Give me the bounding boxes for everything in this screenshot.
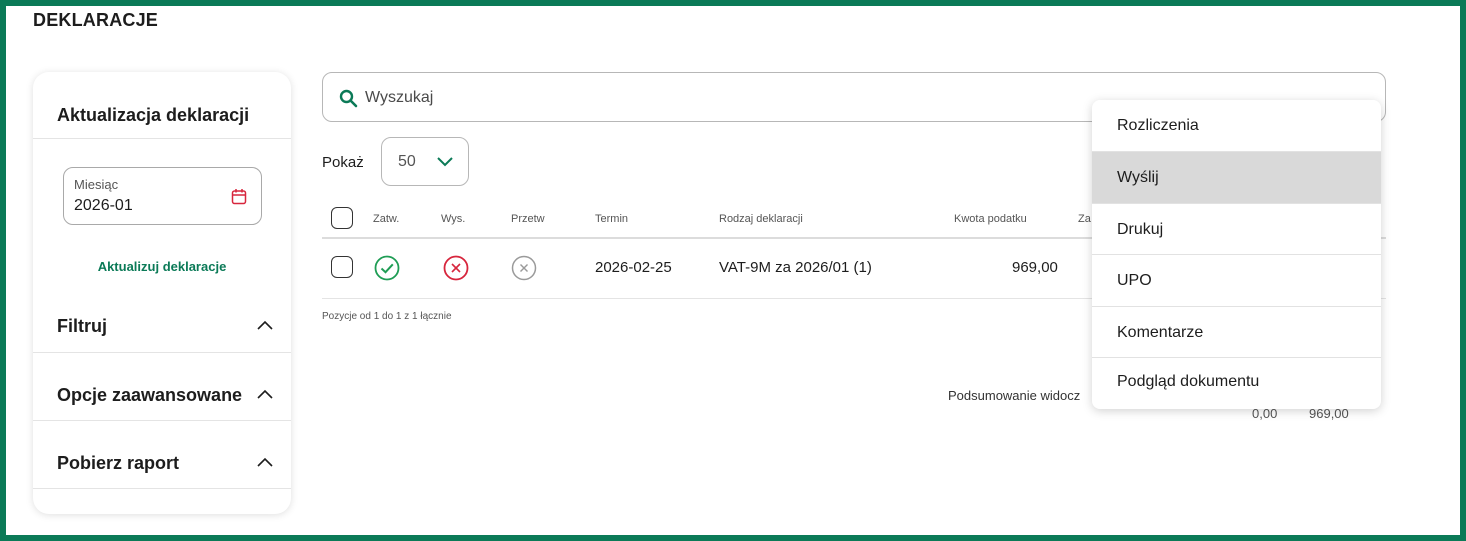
- chevron-up-icon: [257, 389, 273, 399]
- column-header-sent[interactable]: Wys.: [441, 213, 465, 225]
- sidebar-heading: Aktualizacja deklaracji: [57, 105, 250, 125]
- row-checkbox[interactable]: [331, 256, 353, 278]
- menu-item-label: Rozliczenia: [1117, 117, 1199, 134]
- column-header-deadline[interactable]: Termin: [595, 213, 628, 225]
- menu-item-label: Drukuj: [1117, 221, 1164, 238]
- divider: [33, 420, 291, 421]
- declaration-type-cell: VAT-9M za 2026/01 (1): [719, 259, 872, 276]
- page-size-value: 50: [398, 153, 416, 170]
- chevron-down-icon: [437, 157, 453, 167]
- sidebar-section-filter[interactable]: Filtruj: [33, 304, 291, 348]
- menu-item-label: Wyślij: [1117, 169, 1159, 186]
- month-value: 2026-01: [74, 197, 133, 214]
- menu-item-label: Podgląd dokumentu: [1117, 373, 1260, 390]
- column-header-truncated[interactable]: Za: [1078, 213, 1091, 225]
- sidebar-section-advanced[interactable]: Opcje zaawansowane: [33, 373, 291, 417]
- divider: [33, 352, 291, 353]
- calendar-icon[interactable]: [231, 188, 247, 205]
- column-header-tax-amount[interactable]: Kwota podatku: [954, 213, 1027, 225]
- deadline-cell: 2026-02-25: [595, 259, 672, 276]
- column-header-approved[interactable]: Zatw.: [373, 213, 399, 225]
- x-circle-icon: [443, 255, 469, 281]
- x-circle-icon: [511, 255, 537, 281]
- menu-item-label: Komentarze: [1117, 324, 1204, 341]
- divider: [33, 138, 291, 139]
- section-label: Pobierz raport: [57, 453, 180, 473]
- tax-amount-cell: 969,00: [1012, 259, 1058, 276]
- month-label: Miesiąc: [74, 177, 119, 192]
- check-circle-icon: [374, 255, 400, 281]
- month-field[interactable]: Miesiąc 2026-01: [63, 167, 262, 225]
- page-size-label: Pokaż: [322, 154, 364, 171]
- select-all-checkbox[interactable]: [331, 207, 353, 229]
- context-menu: Rozliczenia Wyślij Drukuj UPO Komentarze…: [1092, 100, 1381, 409]
- page-size-select[interactable]: 50: [381, 137, 469, 186]
- menu-item-komentarze[interactable]: Komentarze: [1092, 306, 1381, 358]
- menu-item-podglad-dokumentu[interactable]: Podgląd dokumentu: [1092, 357, 1381, 409]
- menu-item-rozliczenia[interactable]: Rozliczenia: [1092, 100, 1381, 152]
- pagination-info: Pozycje od 1 do 1 z 1 łącznie: [322, 311, 452, 322]
- column-header-processed[interactable]: Przetw: [511, 213, 545, 225]
- menu-item-label: UPO: [1117, 272, 1152, 289]
- page-title: DEKLARACJE: [33, 10, 159, 30]
- chevron-up-icon: [257, 457, 273, 467]
- menu-item-upo[interactable]: UPO: [1092, 254, 1381, 306]
- sidebar-section-report[interactable]: Pobierz raport: [33, 441, 291, 485]
- update-declarations-link[interactable]: Aktualizuj deklaracje: [33, 259, 291, 274]
- chevron-up-icon: [257, 320, 273, 330]
- summary-label: Podsumowanie widocz: [948, 388, 1081, 403]
- column-header-type[interactable]: Rodzaj deklaracji: [719, 213, 803, 225]
- divider: [33, 488, 291, 489]
- menu-item-wyslij[interactable]: Wyślij: [1092, 151, 1381, 203]
- search-icon: [339, 89, 358, 108]
- section-label: Opcje zaawansowane: [57, 385, 243, 405]
- sidebar-panel: Aktualizacja deklaracji Miesiąc 2026-01 …: [33, 72, 291, 514]
- section-label: Filtruj: [57, 316, 107, 336]
- menu-item-drukuj[interactable]: Drukuj: [1092, 203, 1381, 255]
- search-input[interactable]: [365, 87, 965, 109]
